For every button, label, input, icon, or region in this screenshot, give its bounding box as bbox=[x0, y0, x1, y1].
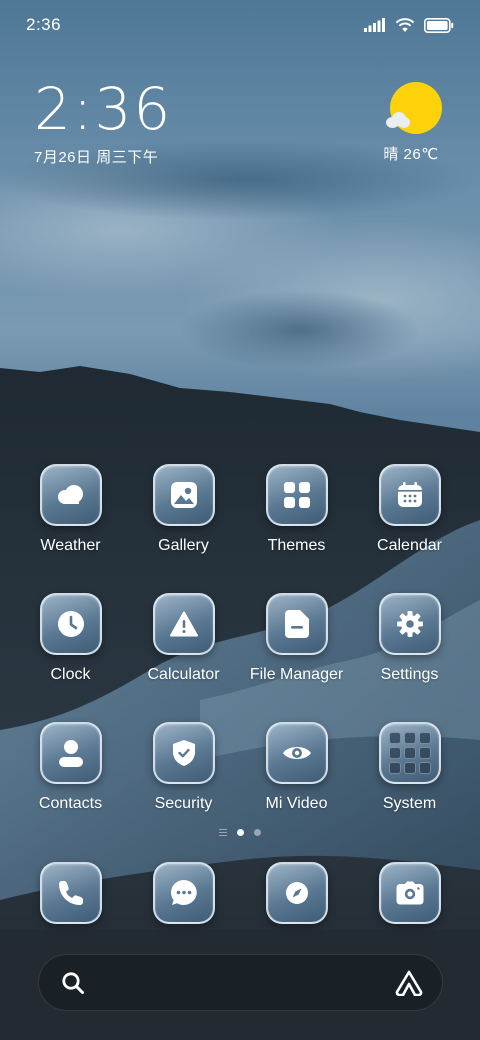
weather-condition-temp: 晴 26℃ bbox=[383, 146, 439, 163]
calendar-icon bbox=[378, 464, 441, 526]
app-system-folder[interactable]: System bbox=[353, 722, 466, 813]
app-drawer-lines-icon[interactable] bbox=[219, 829, 227, 836]
clock-icon bbox=[39, 593, 102, 655]
assistant-a-icon[interactable] bbox=[394, 970, 424, 996]
app-calculator[interactable]: Calculator bbox=[127, 593, 240, 684]
app-grid: Weather Gallery Themes Calendar Clock Ca… bbox=[14, 464, 466, 813]
message-icon[interactable] bbox=[152, 862, 215, 924]
clock-widget[interactable]: 2:36 7月26日 周三下午 bbox=[34, 78, 172, 167]
page-dot-active[interactable] bbox=[237, 829, 244, 836]
page-dot[interactable] bbox=[254, 829, 261, 836]
status-bar: 2:36 bbox=[0, 0, 480, 50]
status-icons bbox=[364, 17, 454, 33]
app-label: File Manager bbox=[249, 666, 344, 683]
app-mi-video[interactable]: Mi Video bbox=[240, 722, 353, 813]
gallery-icon bbox=[152, 464, 215, 526]
weather-cloud-icon bbox=[39, 464, 102, 526]
themes-grid-icon bbox=[265, 464, 328, 526]
app-themes[interactable]: Themes bbox=[240, 464, 353, 555]
app-label: Weather bbox=[40, 537, 101, 554]
battery-icon bbox=[424, 17, 454, 33]
camera-icon[interactable] bbox=[378, 862, 441, 924]
app-label: Settings bbox=[380, 666, 439, 683]
app-label: Mi Video bbox=[265, 795, 328, 812]
shield-check-icon bbox=[152, 722, 215, 784]
clock-date: 7月26日 周三下午 bbox=[34, 149, 159, 166]
page-indicator[interactable] bbox=[0, 829, 480, 836]
app-label: Gallery bbox=[158, 537, 209, 554]
app-file-manager[interactable]: File Manager bbox=[240, 593, 353, 684]
person-icon bbox=[39, 722, 102, 784]
wifi-icon bbox=[395, 18, 415, 32]
app-label: Contacts bbox=[38, 795, 103, 812]
eye-icon bbox=[265, 722, 328, 784]
app-label: System bbox=[382, 795, 437, 812]
folder-icon bbox=[265, 593, 328, 655]
weather-widget[interactable]: 晴 26℃ bbox=[376, 82, 446, 164]
app-contacts[interactable]: Contacts bbox=[14, 722, 127, 813]
app-label: Themes bbox=[267, 537, 326, 554]
app-settings[interactable]: Settings bbox=[353, 593, 466, 684]
dock bbox=[14, 862, 466, 924]
app-gallery[interactable]: Gallery bbox=[127, 464, 240, 555]
app-security[interactable]: Security bbox=[127, 722, 240, 813]
search-bar[interactable] bbox=[38, 954, 443, 1011]
app-calendar[interactable]: Calendar bbox=[353, 464, 466, 555]
clock-time: 2:36 bbox=[34, 75, 173, 143]
warning-triangle-icon bbox=[152, 593, 215, 655]
app-label: Calculator bbox=[147, 666, 220, 683]
signal-icon bbox=[364, 18, 385, 32]
status-time: 2:36 bbox=[26, 15, 62, 34]
app-label: Security bbox=[154, 795, 213, 812]
compass-icon[interactable] bbox=[265, 862, 328, 924]
app-label: Clock bbox=[50, 666, 91, 683]
folder-grid-icon bbox=[378, 722, 441, 784]
app-clock[interactable]: Clock bbox=[14, 593, 127, 684]
app-weather[interactable]: Weather bbox=[14, 464, 127, 555]
sunny-cloud-icon bbox=[386, 82, 442, 134]
app-label: Calendar bbox=[377, 537, 442, 554]
gear-icon bbox=[378, 593, 441, 655]
phone-icon[interactable] bbox=[39, 862, 102, 924]
search-icon[interactable] bbox=[61, 971, 85, 995]
